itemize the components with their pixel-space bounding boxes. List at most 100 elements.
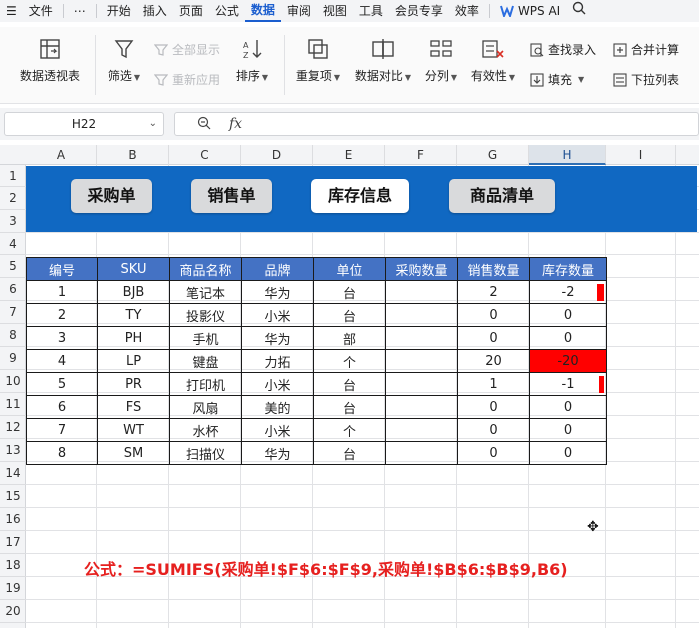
fill-button[interactable]: 填充 ▼	[530, 71, 584, 88]
compare-button[interactable]: 数据对比 ▼	[353, 37, 413, 84]
table-cell[interactable]: 个	[313, 349, 386, 373]
table-cell[interactable]: 20	[457, 349, 530, 373]
table-cell[interactable]: 风扇	[169, 395, 242, 419]
reapply-button[interactable]: 重新应用	[154, 71, 220, 88]
table-cell[interactable]: 水杯	[169, 418, 242, 442]
table-cell[interactable]	[385, 280, 458, 304]
row-header-16[interactable]: 16	[0, 508, 26, 531]
table-cell[interactable]: -2	[529, 280, 607, 304]
split-columns-button[interactable]: 分列 ▼	[421, 37, 461, 84]
wps-ai-button[interactable]: WPS AI	[494, 0, 566, 22]
menu-more[interactable]: ⋯	[68, 0, 92, 22]
menu-formula[interactable]: 公式	[209, 0, 245, 22]
column-header-i[interactable]: I	[606, 145, 676, 165]
name-box[interactable]: H22 ⌄	[4, 112, 164, 136]
table-cell[interactable]: TY	[97, 303, 170, 327]
row-header-10[interactable]: 10	[0, 370, 26, 393]
column-header-g[interactable]: G	[457, 145, 529, 165]
table-cell[interactable]	[385, 326, 458, 350]
table-cell[interactable]	[385, 372, 458, 396]
zoom-icon[interactable]	[197, 116, 211, 134]
table-cell[interactable]	[385, 395, 458, 419]
nav-button-1[interactable]: 采购单	[71, 179, 152, 213]
table-cell[interactable]: 扫描仪	[169, 441, 242, 465]
table-cell[interactable]: 键盘	[169, 349, 242, 373]
table-cell[interactable]: FS	[97, 395, 170, 419]
table-cell[interactable]: 台	[313, 441, 386, 465]
table-cell[interactable]: 0	[529, 303, 607, 327]
table-cell[interactable]: 打印机	[169, 372, 242, 396]
row-header-5[interactable]: 5	[0, 255, 26, 278]
table-cell[interactable]: 小米	[241, 372, 314, 396]
nav-button-4[interactable]: 商品清单	[449, 179, 555, 213]
table-cell[interactable]: 0	[457, 418, 530, 442]
table-cell[interactable]: 台	[313, 280, 386, 304]
table-cell[interactable]: 华为	[241, 326, 314, 350]
menu-member[interactable]: 会员专享	[389, 0, 449, 22]
table-cell[interactable]: 台	[313, 395, 386, 419]
table-cell[interactable]: BJB	[97, 280, 170, 304]
fx-icon[interactable]: fx	[229, 116, 242, 132]
menu-page[interactable]: 页面	[173, 0, 209, 22]
consolidate-button[interactable]: 合并计算	[613, 41, 679, 58]
row-header-18[interactable]: 18	[0, 554, 26, 577]
table-cell[interactable]: 0	[457, 303, 530, 327]
menu-tools[interactable]: 工具	[353, 0, 389, 22]
table-cell[interactable]: 小米	[241, 418, 314, 442]
row-header-1[interactable]: 1	[0, 165, 26, 187]
table-cell[interactable]: 华为	[241, 280, 314, 304]
search-icon[interactable]	[566, 0, 592, 22]
column-header-e[interactable]: E	[313, 145, 385, 165]
table-cell[interactable]: 0	[457, 441, 530, 465]
column-header-h[interactable]: H	[529, 145, 606, 165]
find-entry-button[interactable]: 查找录入	[530, 41, 596, 58]
table-cell[interactable]: 0	[529, 326, 607, 350]
pivot-table-button[interactable]: 数据透视表	[18, 37, 82, 84]
table-cell[interactable]: -20	[529, 349, 607, 373]
table-cell[interactable]: 2	[26, 303, 98, 327]
table-cell[interactable]: 0	[457, 395, 530, 419]
table-cell[interactable]: 0	[529, 395, 607, 419]
table-cell[interactable]: 1	[457, 372, 530, 396]
table-header-cell[interactable]: 销售数量	[457, 257, 530, 281]
table-cell[interactable]: 0	[529, 418, 607, 442]
table-cell[interactable]: 6	[26, 395, 98, 419]
table-header-cell[interactable]: 单位	[313, 257, 386, 281]
row-header-9[interactable]: 9	[0, 347, 26, 370]
formula-input[interactable]: fx	[174, 112, 699, 136]
row-header-20[interactable]: 20	[0, 600, 26, 623]
table-cell[interactable]	[385, 303, 458, 327]
table-cell[interactable]: 0	[457, 326, 530, 350]
column-header-c[interactable]: C	[169, 145, 241, 165]
nav-button-2[interactable]: 销售单	[191, 179, 272, 213]
table-cell[interactable]: 小米	[241, 303, 314, 327]
table-cell[interactable]: 5	[26, 372, 98, 396]
table-cell[interactable]	[385, 349, 458, 373]
sort-button[interactable]: AZ 排序 ▼	[230, 37, 274, 84]
table-header-cell[interactable]: 编号	[26, 257, 98, 281]
table-cell[interactable]: LP	[97, 349, 170, 373]
table-cell[interactable]: 手机	[169, 326, 242, 350]
row-header-11[interactable]: 11	[0, 393, 26, 416]
show-all-button[interactable]: 全部显示	[154, 41, 220, 58]
table-cell[interactable]: 台	[313, 303, 386, 327]
menu-home[interactable]: 开始	[101, 0, 137, 22]
chevron-down-icon[interactable]: ⌄	[149, 113, 157, 135]
column-header-a[interactable]: A	[26, 145, 97, 165]
table-cell[interactable]: 部	[313, 326, 386, 350]
row-header-12[interactable]: 12	[0, 416, 26, 439]
table-cell[interactable]	[385, 441, 458, 465]
table-cell[interactable]: 0	[529, 441, 607, 465]
filter-button[interactable]: 筛选 ▼	[104, 37, 144, 84]
row-header-17[interactable]: 17	[0, 531, 26, 554]
column-header-f[interactable]: F	[385, 145, 457, 165]
nav-button-3[interactable]: 库存信息	[311, 179, 409, 213]
dropdown-list-button[interactable]: 下拉列表	[613, 71, 679, 88]
table-cell[interactable]: -1	[529, 372, 607, 396]
menu-data[interactable]: 数据	[244, 0, 281, 22]
menu-review[interactable]: 审阅	[281, 0, 317, 22]
table-cell[interactable]: 7	[26, 418, 98, 442]
row-header-4[interactable]: 4	[0, 233, 26, 255]
table-cell[interactable]: 个	[313, 418, 386, 442]
table-header-cell[interactable]: SKU	[97, 257, 170, 281]
